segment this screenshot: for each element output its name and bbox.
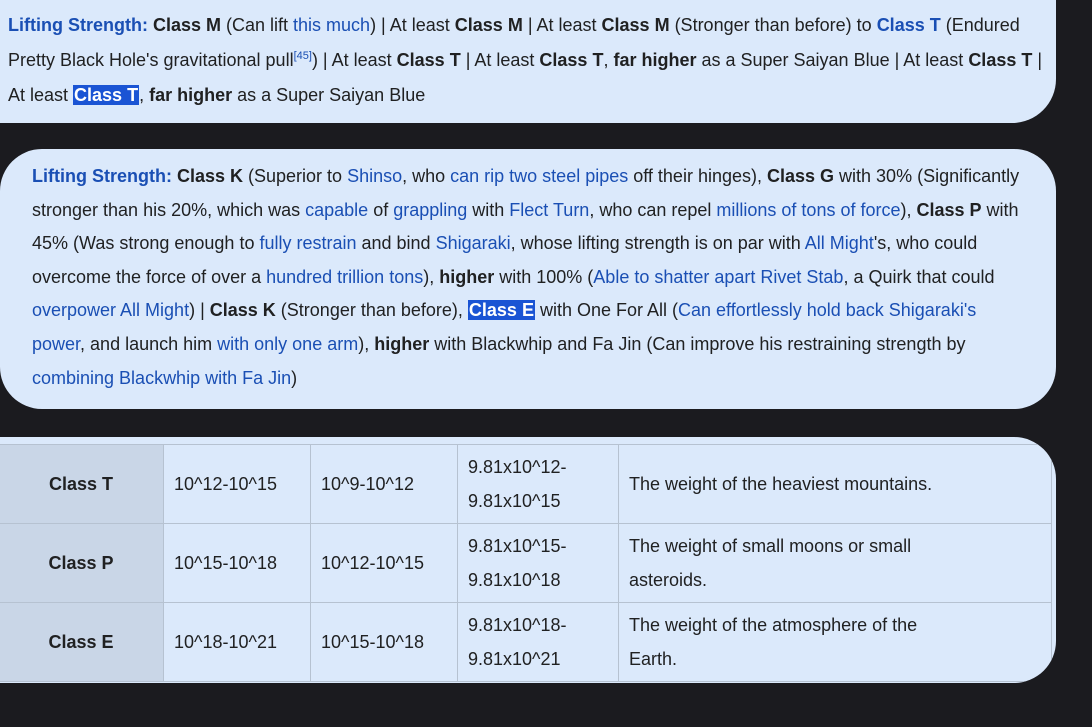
table-cell: 10^12-10^15 [163, 444, 311, 524]
table-cell: 10^15-10^18 [163, 523, 311, 603]
link-blackwhip-fa-jin[interactable]: combining Blackwhip with Fa Jin [32, 368, 291, 388]
link-overpower-all-might[interactable]: overpower All Might [32, 300, 189, 320]
link-this-much[interactable]: this much [293, 15, 370, 35]
link-capable[interactable]: capable [305, 200, 368, 220]
description-cell: The weight of the atmosphere of the Earth… [618, 602, 1052, 682]
table-cell: 10^15-10^18 [310, 602, 458, 682]
lifting-strength-card-2: Lifting Strength: Class K (Superior to S… [0, 149, 1056, 409]
link-one-arm[interactable]: with only one arm [217, 334, 358, 354]
link-grappling[interactable]: grappling [393, 200, 467, 220]
lifting-strength-label: Lifting Strength: [32, 166, 172, 186]
link-hundred-trillion-tons[interactable]: hundred trillion tons [266, 267, 423, 287]
class-cell: Class T [0, 444, 164, 524]
link-rivet-stab[interactable]: Able to shatter apart Rivet Stab [593, 267, 843, 287]
link-fully-restrain[interactable]: fully restrain [259, 233, 356, 253]
link-all-might[interactable]: All Might [805, 233, 874, 253]
table-row: Class P 10^15-10^18 10^12-10^15 9.81x10^… [0, 523, 1052, 603]
selected-text-class-e: Class E [467, 300, 535, 321]
table-row: Class E 10^18-10^21 10^15-10^18 9.81x10^… [0, 602, 1052, 682]
lifting-strength-label: Lifting Strength: [8, 15, 148, 35]
selected-text-class-t: Class T [73, 85, 140, 105]
table-cell: 9.81x10^18- 9.81x10^21 [457, 602, 619, 682]
description-cell: The weight of the heaviest mountains. [618, 444, 1052, 524]
link-steel-pipes[interactable]: can rip two steel pipes [450, 166, 628, 186]
reference-link[interactable]: [45] [294, 50, 312, 62]
table-row: Class T 10^12-10^15 10^9-10^12 9.81x10^1… [0, 444, 1052, 524]
table-cell: 9.81x10^12- 9.81x10^15 [457, 444, 619, 524]
link-class-t[interactable]: Class T [877, 15, 941, 35]
table-cell: 10^9-10^12 [310, 444, 458, 524]
link-shigaraki[interactable]: Shigaraki [436, 233, 511, 253]
link-millions-of-tons[interactable]: millions of tons of force [716, 200, 900, 220]
class-cell: Class E [0, 602, 164, 682]
lifting-strength-card-1: Lifting Strength: Class M (Can lift this… [0, 0, 1056, 123]
link-flect-turn[interactable]: Flect Turn [509, 200, 589, 220]
table-cell: 9.81x10^15- 9.81x10^18 [457, 523, 619, 603]
class-cell: Class P [0, 523, 164, 603]
description-cell: The weight of small moons or small astero… [618, 523, 1052, 603]
table-cell: 10^12-10^15 [310, 523, 458, 603]
table-cell: 10^18-10^21 [163, 602, 311, 682]
strength-class-table: Class T 10^12-10^15 10^9-10^12 9.81x10^1… [0, 444, 1052, 682]
strength-class-table-card: Class T 10^12-10^15 10^9-10^12 9.81x10^1… [0, 437, 1056, 683]
link-shinso[interactable]: Shinso [347, 166, 402, 186]
